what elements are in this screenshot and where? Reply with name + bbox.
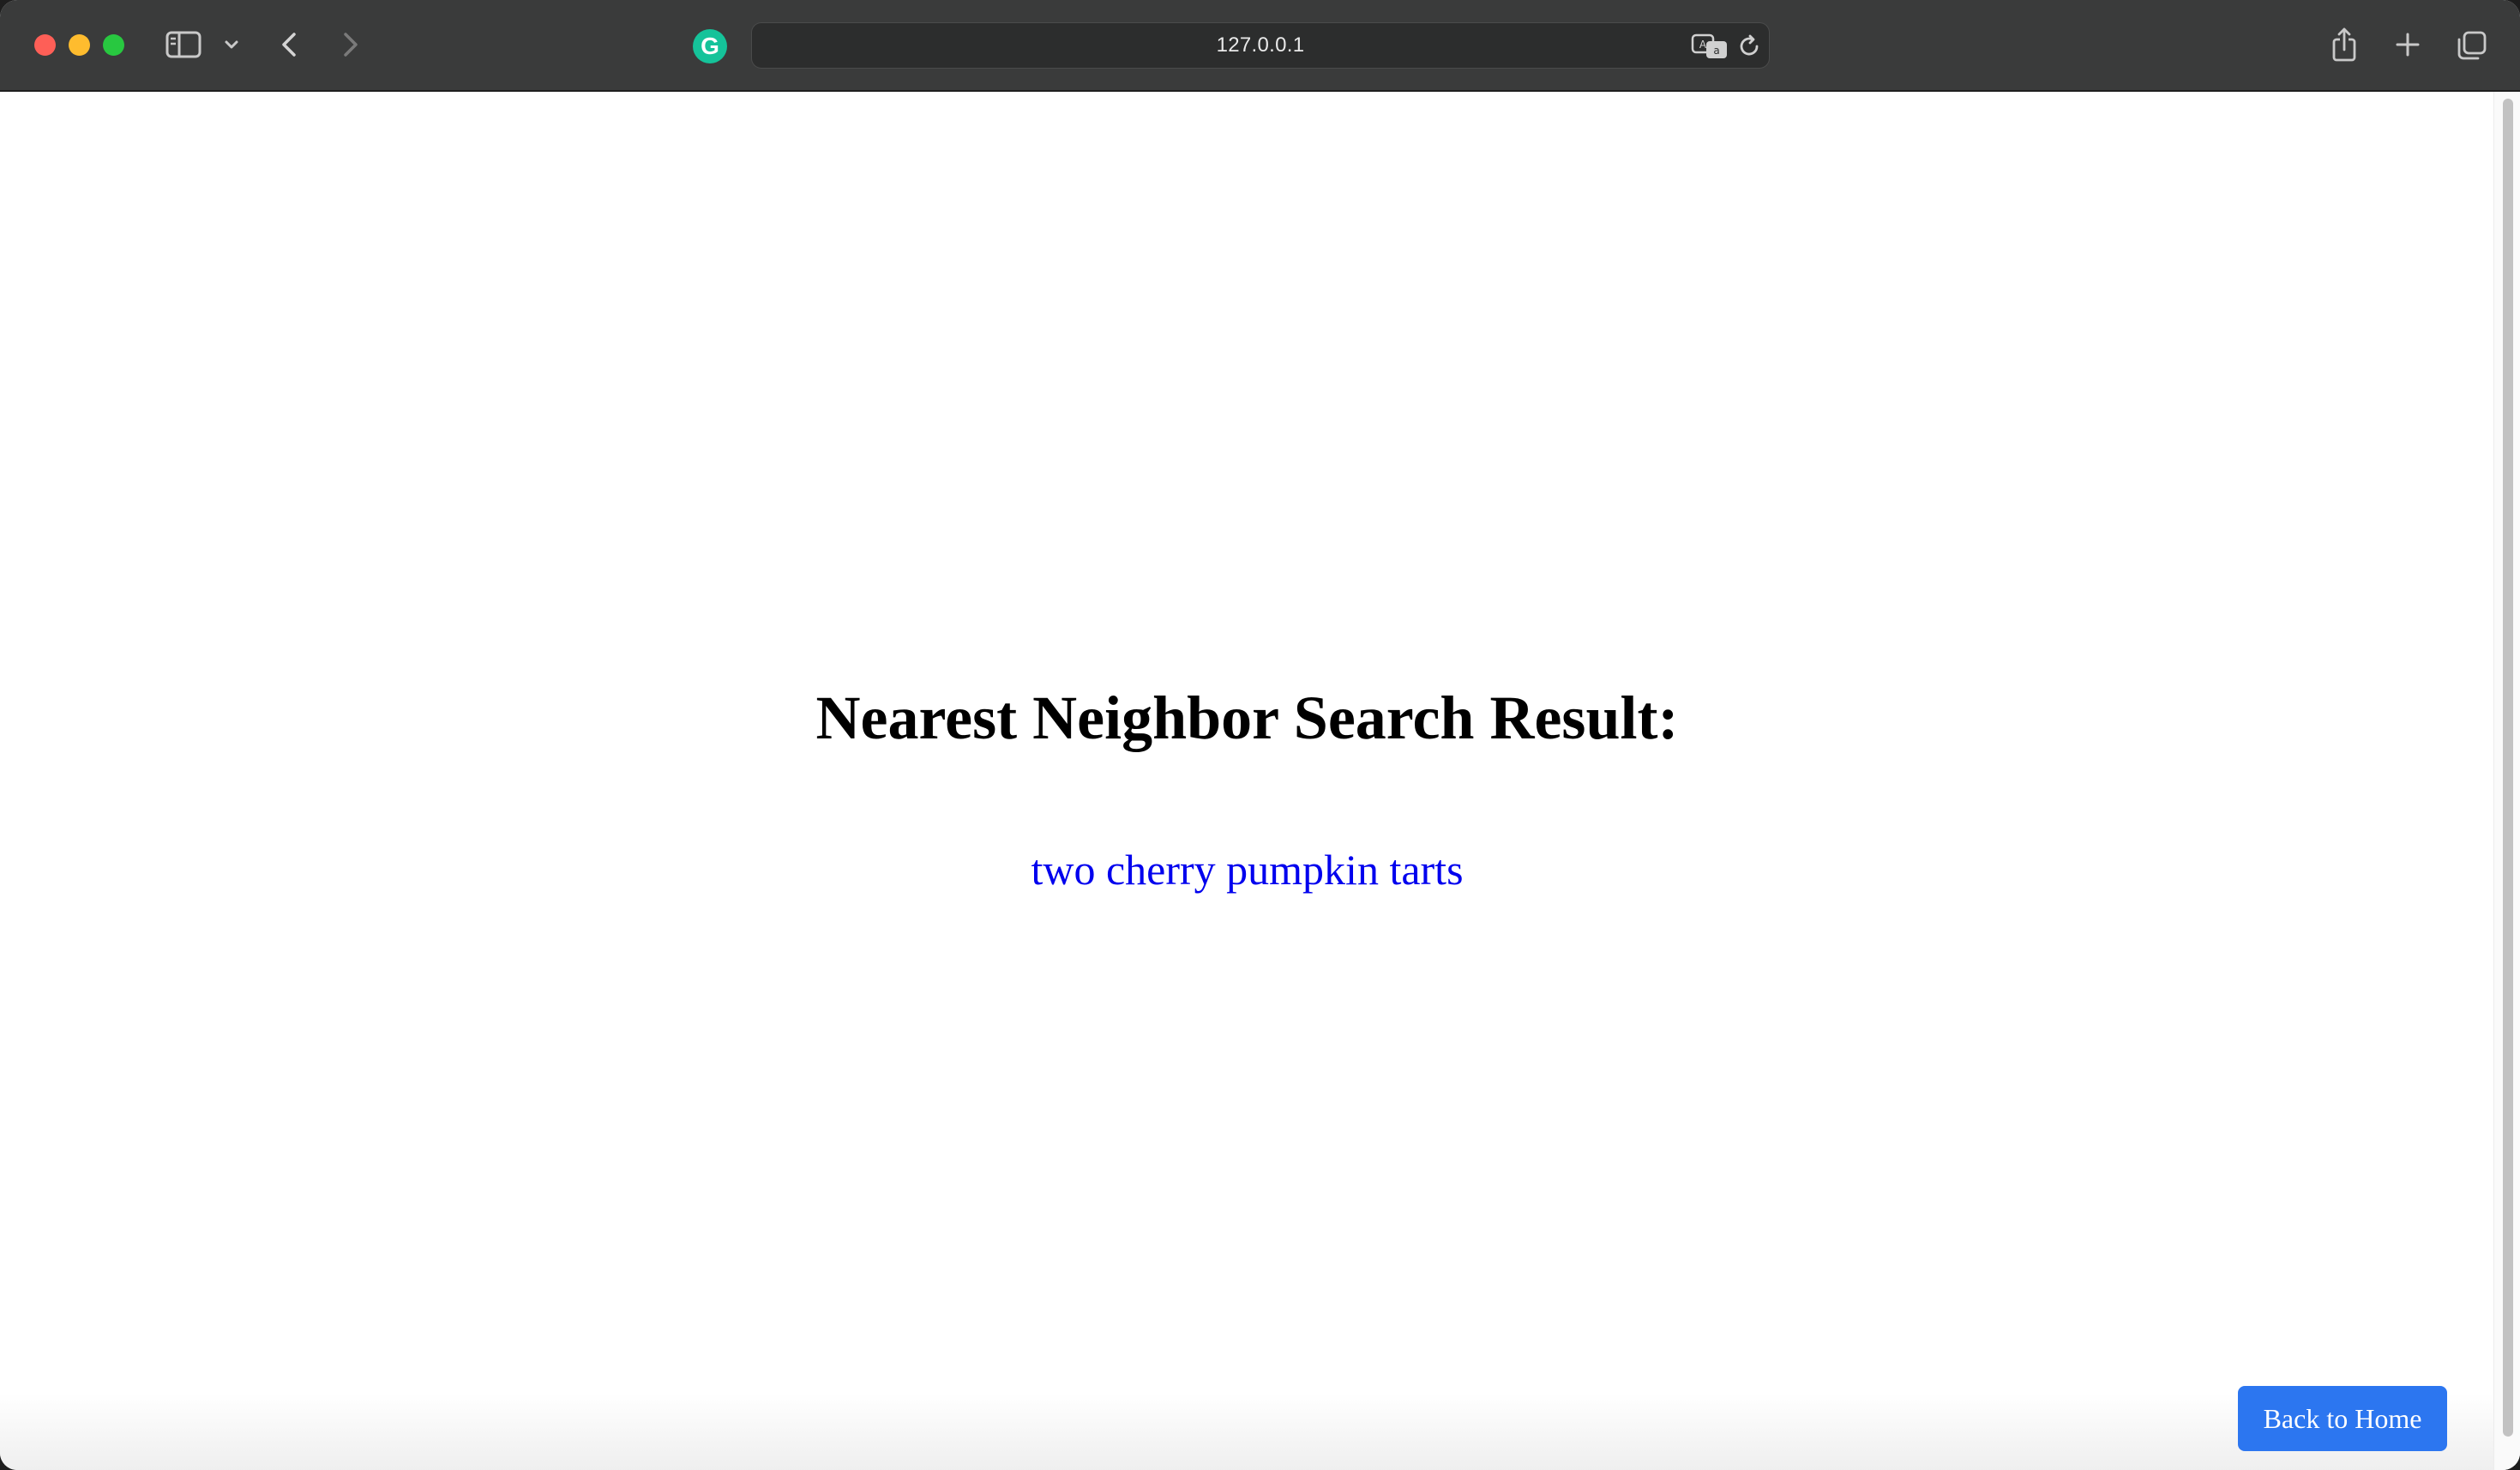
chevron-down-icon[interactable] — [221, 36, 242, 53]
scrollbar-thumb[interactable] — [2503, 99, 2513, 1437]
page-content: Nearest Neighbor Search Result: two cher… — [0, 92, 2520, 1470]
tab-overview-icon[interactable] — [2454, 27, 2490, 63]
grammarly-letter: G — [701, 33, 719, 59]
browser-toolbar: G 127.0.0.1 A a — [0, 0, 2520, 92]
translate-icon[interactable]: A a — [1691, 31, 1729, 62]
minimize-window-button[interactable] — [69, 34, 90, 56]
bottom-shadow — [0, 1393, 2494, 1470]
back-arrow-icon[interactable] — [274, 27, 305, 62]
back-to-home-button[interactable]: Back to Home — [2238, 1386, 2447, 1451]
svg-text:A: A — [1699, 39, 1707, 51]
share-icon[interactable] — [2327, 24, 2361, 65]
address-bar[interactable]: 127.0.0.1 — [751, 22, 1770, 69]
search-result-text: two cherry pumpkin tarts — [1031, 846, 1464, 894]
svg-text:a: a — [1713, 45, 1719, 57]
sidebar-toggle-icon[interactable] — [165, 29, 202, 60]
browser-window: G 127.0.0.1 A a Nearest Neighbor Search … — [0, 0, 2520, 1470]
maximize-window-button[interactable] — [103, 34, 124, 56]
close-window-button[interactable] — [34, 34, 56, 56]
grammarly-icon[interactable]: G — [693, 29, 727, 63]
forward-arrow-icon[interactable] — [334, 27, 365, 62]
address-text[interactable]: 127.0.0.1 — [752, 23, 1769, 68]
reload-icon[interactable] — [1734, 31, 1765, 62]
scrollbar-track[interactable] — [2493, 92, 2520, 1470]
page-title: Nearest Neighbor Search Result: — [815, 684, 1679, 752]
new-tab-icon[interactable] — [2391, 27, 2425, 62]
